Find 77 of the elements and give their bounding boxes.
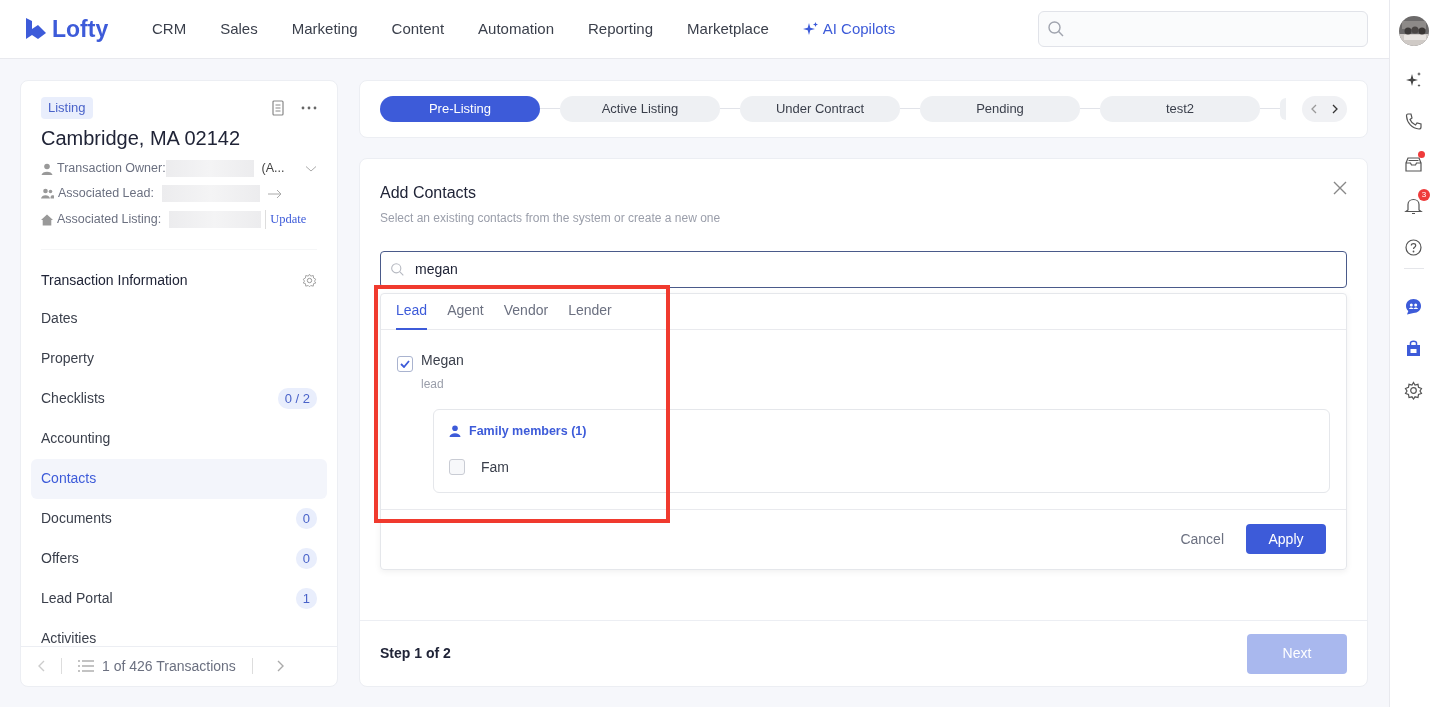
notification-badge: 3	[1418, 188, 1430, 201]
phone-icon[interactable]	[1404, 112, 1423, 132]
dialog-title: Add Contacts	[380, 182, 478, 203]
contact-type-tab[interactable]: Agent	[447, 293, 484, 330]
inbox-icon[interactable]	[1404, 154, 1423, 174]
stage-tab[interactable]: Pre-Listing	[380, 95, 540, 122]
stage-tab[interactable]: test2	[1100, 95, 1260, 122]
contact-search-field[interactable]: megan	[380, 250, 1347, 288]
sidebar-item-label: Checklists	[41, 389, 105, 408]
family-title: Family members (1)	[469, 422, 587, 440]
apply-button[interactable]: Apply	[1246, 524, 1326, 555]
nav-link[interactable]: Content	[391, 17, 445, 41]
home-icon	[41, 213, 53, 226]
listing-label: Associated Listing:	[57, 211, 162, 229]
nav-link[interactable]: Automation	[478, 17, 554, 41]
search-icon	[1047, 20, 1065, 38]
search-field[interactable]	[1038, 11, 1368, 47]
lead-label: Associated Lead:	[58, 185, 154, 203]
member-name: Fam	[481, 457, 509, 477]
pager-text: 1 of 426 Transactions	[102, 656, 236, 676]
contact-type-tab[interactable]: Lead	[396, 293, 428, 330]
contact-type-tab[interactable]: Vendor	[503, 293, 549, 330]
shopping-bag-icon[interactable]	[1404, 339, 1423, 359]
help-icon[interactable]	[1404, 238, 1423, 258]
stage-tab[interactable]: Under Contract	[740, 95, 900, 122]
owner-label: Transaction Owner:	[57, 160, 166, 178]
sidebar-item[interactable]: Documents 0	[31, 498, 327, 539]
sidebar-item[interactable]: Accounting	[31, 418, 327, 459]
sidebar-item-label: Lead Portal	[41, 589, 113, 608]
person-icon	[41, 162, 53, 175]
count-badge: 1	[295, 587, 317, 610]
dialog-subtitle: Select an existing contacts from the system or create a new one	[380, 209, 721, 227]
sidebar-item[interactable]: Offers 0	[31, 538, 327, 579]
checkbox[interactable]	[397, 355, 413, 372]
bell-icon[interactable]	[1404, 196, 1423, 216]
stage-tab[interactable]: Pending	[920, 95, 1080, 122]
nav-link[interactable]: Reporting	[588, 17, 654, 41]
stage-pill-edge	[1280, 97, 1286, 120]
contact-type-tab[interactable]: Lender	[568, 293, 612, 330]
sidebar-item-label: Offers	[41, 549, 79, 568]
nav-link[interactable]: Marketing	[291, 17, 358, 41]
count-badge: 0	[295, 547, 317, 570]
sidebar-item[interactable]: Dates	[31, 298, 327, 339]
checkbox[interactable]	[449, 459, 465, 476]
nav-link[interactable]: Sales	[220, 17, 258, 41]
sidebar-item-label: Documents	[41, 509, 112, 528]
nav-link[interactable]: Marketplace	[687, 17, 769, 41]
count-badge: 0	[295, 507, 317, 530]
step-indicator: Step 1 of 2	[380, 644, 451, 663]
logo-icon	[24, 17, 48, 41]
people-icon	[41, 188, 54, 199]
sidebar-item[interactable]: Contacts	[31, 458, 327, 499]
chevron-right-icon[interactable]	[1332, 103, 1340, 114]
settings-icon[interactable]	[1404, 381, 1423, 401]
contact-name: Megan	[421, 350, 464, 370]
sidebar-item[interactable]: Lead Portal 1	[31, 578, 327, 619]
more-icon[interactable]	[301, 105, 317, 110]
sidebar-item[interactable]: Checklists 0 / 2	[31, 378, 327, 419]
search-icon	[390, 261, 405, 277]
sidebar-item[interactable]: Property	[31, 338, 327, 379]
cancel-button[interactable]: Cancel	[1174, 527, 1230, 551]
brand-name: Lofty	[52, 14, 109, 44]
listing-title: Cambridge, MA 02142	[41, 125, 241, 151]
section-title: Transaction Information	[41, 270, 188, 290]
person-icon	[449, 425, 461, 438]
nav-link[interactable]: AI Copilots	[802, 17, 896, 41]
check-icon	[400, 359, 410, 368]
listing-tag: Listing	[41, 97, 93, 119]
count-badge: 0 / 2	[277, 387, 317, 410]
owner-name: (A...	[261, 160, 285, 178]
stage-tab[interactable]: Active Listing	[560, 95, 720, 122]
sidebar-item[interactable]: Activities	[31, 618, 327, 646]
close-icon[interactable]	[1333, 180, 1347, 195]
contact-role: lead	[421, 375, 445, 393]
chat-icon[interactable]	[1404, 297, 1423, 317]
nav-link[interactable]: CRM	[152, 17, 187, 41]
update-link[interactable]: Update	[265, 210, 307, 229]
